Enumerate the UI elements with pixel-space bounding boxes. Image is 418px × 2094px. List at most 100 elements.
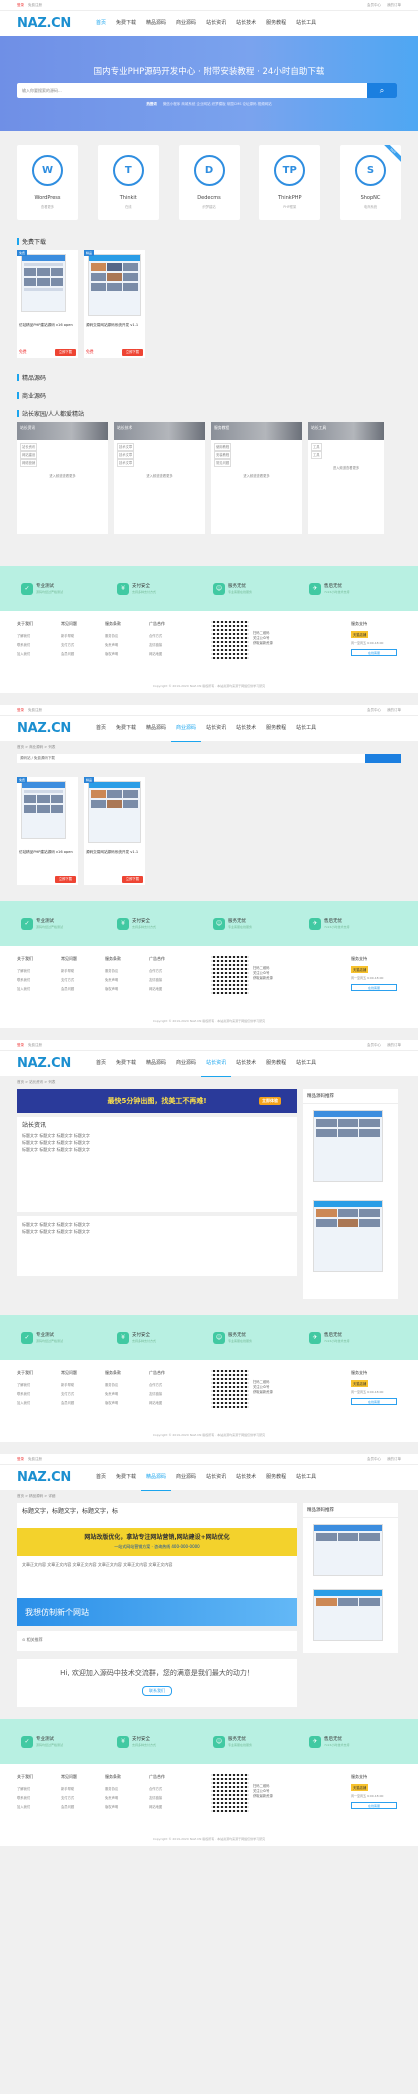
product-price: 免费 (19, 349, 27, 354)
section-business: 商业源码 (0, 390, 418, 400)
download-button[interactable]: 立即下载 (121, 349, 143, 356)
section-wiki: 站长家园/人人都爱精站 (0, 408, 418, 418)
register-link[interactable]: 免费注册 (28, 3, 42, 8)
feature-strip: ✓ 专业测试 源码均经过严格测试 ¥ 支付安全 支持多种支付方式 ☺ 服务无忧 专业客服在线… (0, 901, 418, 946)
product-card[interactable]: 精品 源码交易网站源码系统开发 v1.1 立即下载 (84, 777, 145, 885)
cat-shopnc[interactable]: HOT S ShopNC 电商系统 (340, 145, 401, 220)
smile-icon: ☺ (213, 1331, 225, 1344)
product-title: 源码交易网站源码系统开发 v1.1 (86, 323, 139, 327)
check-icon: ✓ (21, 582, 33, 595)
topbar: 登录 免费注册 会员中心 我的订单 (0, 705, 418, 716)
cat-dedecms[interactable]: D Dedecms 织梦建站 (178, 145, 240, 220)
online-service-button[interactable]: 在线客服 (351, 1398, 397, 1405)
shop-badge: 天猫店铺 (351, 631, 369, 638)
nav-home[interactable]: 首页 (91, 11, 112, 37)
cat-wordpress[interactable]: W WordPress 查看更多 (17, 145, 78, 220)
wiki-card[interactable]: 站长资讯 站长资讯 网站建设 网络营销 进入频道查看更多 (17, 422, 108, 534)
promo-banner[interactable]: 网站改版优化，拿站专注网站营销,网站建设+网站优化 一站式网站营销方案 · 咨询热… (17, 1528, 297, 1556)
thinkit-icon: T (112, 155, 144, 186)
search-icon: ⌕ (379, 85, 385, 95)
smile-icon: ☺ (213, 582, 225, 595)
yen-icon: ¥ (117, 582, 129, 595)
article-item[interactable]: 标题文字 标题文字 标题文字 标题文字 标题文字 标题文字 标题文字 标题文字 (17, 1216, 297, 1276)
register-link[interactable]: 免费注册 (28, 708, 42, 713)
nav-business[interactable]: 商业源码 (171, 11, 201, 37)
yen-icon: ¥ (117, 1735, 129, 1748)
logo[interactable]: NAZ.CN (17, 721, 77, 736)
plane-icon: ✈ (309, 917, 321, 930)
category-row: W WordPress 查看更多 T Thinkit 在线 D Dedecms 织梦建站 T… (0, 131, 418, 220)
nav-tools[interactable]: 站长工具 (291, 11, 321, 37)
nav-tech[interactable]: 站长技术 (231, 11, 261, 37)
product-row: 免费 仿站精品PHP建站源码 v16 open 立即下载 精品 源码交易网站源码… (0, 777, 418, 885)
online-service-button[interactable]: 在线客服 (351, 649, 397, 656)
logo[interactable]: NAZ.CN (17, 1056, 77, 1071)
breadcrumb: 首页 > 精品源码 > 详细 (17, 1494, 56, 1498)
logo[interactable]: NAZ.CN (17, 1470, 77, 1485)
wiki-card[interactable]: 服务教程 使用教程 安装教程 常见问题 进入频道查看更多 (211, 422, 302, 534)
wiki-card[interactable]: 站长技术 技术文章 技术文章 技术文章 进入频道查看更多 (114, 422, 205, 534)
topbar: 登录 免费注册 会员中心 我的订单 (0, 1454, 418, 1465)
cat-thinkphp[interactable]: TP ThinkPHP PHP框架 (259, 145, 321, 220)
wiki-columns: 站长资讯 站长资讯 网站建设 网络营销 进入频道查看更多 站长技术 技术文章 技术文章 技术文… (0, 422, 418, 534)
footer: 关于我们 了解我们 联系我们 加入我们 常见问题 新手帮助 支付方式 会员问题 服务条款 服务… (0, 1360, 418, 1442)
breadcrumb: 首页 > 站长资讯 > 列表 (17, 1080, 56, 1084)
topbar: 登录 免费注册 会员中心 我的订单 (0, 0, 418, 11)
download-button[interactable]: 立即下载 (54, 349, 76, 356)
search-input[interactable]: 输入你要搜索的源码... (17, 88, 367, 94)
footer: 关于我们 了解我们 联系我们 加入我们 常见问题 新手帮助 支付方式 会员问题 服务条款 服务… (0, 611, 418, 693)
product-card[interactable]: 免费 仿站精品PHP建站源码 v16 open 立即下载 (17, 777, 78, 885)
cat-thinkit[interactable]: T Thinkit 在线 (97, 145, 159, 220)
wiki-card[interactable]: 站长工具 工具 工具 进入频道查看更多 (308, 422, 384, 534)
product-price: 免费 (86, 349, 94, 354)
online-service-button[interactable]: 在线客服 (351, 984, 397, 991)
download-button[interactable]: 立即下载 (54, 876, 76, 883)
feature-strip: ✓ 专业测试 源码均经过严格测试 ¥ 支付安全 支持多种支付方式 ☺ 服务无忧 专业客服在线… (0, 1719, 418, 1764)
feature-strip: ✓ 专业测试 源码均经过严格测试 ¥ 支付安全 支持多种支付方式 ☺ 服务无忧 专业客服在线… (0, 566, 418, 611)
plane-icon: ✈ (309, 1331, 321, 1344)
product-tag: 免费 (17, 250, 28, 256)
online-service-button[interactable]: 在线客服 (351, 1802, 397, 1809)
login-link[interactable]: 登录 (17, 3, 24, 8)
login-link[interactable]: 登录 (17, 708, 24, 713)
hero-search[interactable]: 输入你要搜索的源码... ⌕ (17, 83, 397, 98)
ad-cta-button[interactable]: 立即体验 (259, 1097, 281, 1105)
search-input[interactable]: 源码站 / 免费源码下载 (17, 756, 365, 761)
clone-banner[interactable]: 我想仿制新个网站 (17, 1598, 297, 1626)
article-title-box: 标题文字，标题文字，标题文字，标 (17, 1503, 297, 1528)
qr-code (211, 1370, 249, 1408)
section-boutique: 精品源码 (0, 372, 418, 382)
qr-code (211, 621, 249, 659)
nav-news[interactable]: 站长资讯 (201, 11, 231, 37)
logo[interactable]: NAZ.CN (17, 16, 77, 31)
ad-banner[interactable]: 最快5分钟出图，找美工不再难! 立即体验 (17, 1089, 297, 1113)
topbar: 登录 免费注册 会员中心 我的订单 (0, 1040, 418, 1051)
member-center-link[interactable]: 会员中心 (367, 3, 381, 8)
contact-button[interactable]: 联系我们 (142, 1686, 172, 1696)
search-button[interactable] (365, 754, 401, 763)
wordpress-icon: W (32, 155, 63, 186)
product-title: 仿站精品PHP建站源码 v16 open (19, 323, 73, 327)
dedecms-icon: D (193, 155, 225, 186)
breadcrumb: 首页 > 商业源码 > 列表 (17, 745, 56, 749)
main-nav: NAZ.CN 首页 免费下载 精品源码 商业源码 站长资讯 站长技术 服务教程 站长工具 (0, 1051, 418, 1077)
hot-keywords: 热搜词 微信小程序 商城系统 企业网站 织梦模板 帝国CMS 论坛源码 视频网站 (146, 102, 272, 106)
nav-boutique[interactable]: 精品源码 (141, 11, 171, 37)
nav-tutorial[interactable]: 服务教程 (261, 11, 291, 37)
search-button[interactable]: ⌕ (367, 83, 397, 98)
main-nav: NAZ.CN 首页 免费下载 精品源码 商业源码 站长资讯 站长技术 服务教程 站长工具 (0, 1465, 418, 1491)
yen-icon: ¥ (117, 1331, 129, 1344)
product-card[interactable]: 免费 仿站精品PHP建站源码 v16 open 免费 立即下载 (17, 250, 78, 358)
search-bar[interactable]: 源码站 / 免费源码下载 (17, 754, 401, 763)
shopnc-icon: S (355, 155, 386, 186)
download-button[interactable]: 立即下载 (121, 876, 143, 883)
check-icon: ✓ (21, 1735, 33, 1748)
hero-title: 国内专业PHP源码开发中心 · 附带安装教程 · 24小时自助下载 (93, 67, 325, 77)
plane-icon: ✈ (309, 582, 321, 595)
product-card[interactable]: 精品 源码交易网站源码系统开发 v1.1 免费 立即下载 (84, 250, 145, 358)
orders-link[interactable]: 我的订单 (387, 3, 401, 8)
main-nav: NAZ.CN 首页 免费下载 精品源码 商业源码 站长资讯 站长技术 服务教程 … (0, 11, 418, 37)
qr-code (211, 1774, 249, 1812)
footer: 关于我们 了解我们 联系我们 加入我们 常见问题 新手帮助 支付方式 会员问题 服务条款 服务… (0, 946, 418, 1028)
nav-free[interactable]: 免费下载 (111, 11, 141, 37)
